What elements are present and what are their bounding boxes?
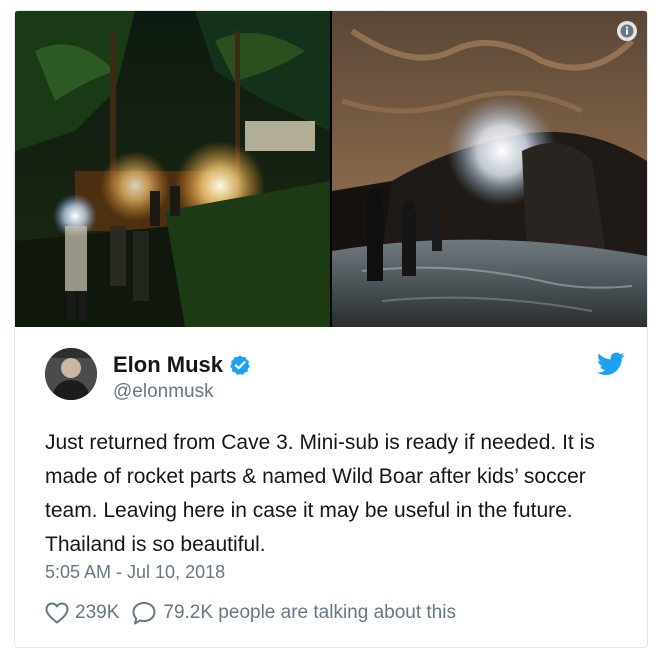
cave-scene <box>332 11 647 327</box>
reply-bubble-icon[interactable] <box>131 601 157 625</box>
avatar[interactable] <box>45 348 97 400</box>
tweet-card[interactable]: Elon Musk @elonmusk Just returned from C… <box>14 10 648 648</box>
tweet-media[interactable] <box>15 11 647 327</box>
tweet-timestamp[interactable]: 5:05 AM - Jul 10, 2018 <box>45 562 225 583</box>
talking-about-text[interactable]: 79.2K people are talking about this <box>163 602 456 624</box>
night-jungle-scene <box>15 11 330 327</box>
avatar-photo <box>45 348 97 400</box>
cave-interior-rescuers-photo[interactable] <box>332 11 647 327</box>
info-glyph <box>620 24 634 38</box>
author-name-row[interactable]: Elon Musk <box>113 352 251 378</box>
night-jungle-rescue-camp-photo[interactable] <box>15 11 330 327</box>
tweet-header: Elon Musk @elonmusk <box>45 348 625 408</box>
twitter-bird-icon[interactable] <box>597 352 625 376</box>
info-icon[interactable] <box>617 21 637 41</box>
like-count[interactable]: 239K <box>75 602 119 624</box>
author-name[interactable]: Elon Musk <box>113 352 223 378</box>
tweet-text: Just returned from Cave 3. Mini-sub is r… <box>45 431 595 556</box>
author-handle[interactable]: @elonmusk <box>113 381 214 403</box>
verified-badge-icon <box>230 355 250 375</box>
heart-icon[interactable] <box>45 602 69 624</box>
tweet-actions: 239K 79.2K people are talking about this <box>45 601 456 625</box>
